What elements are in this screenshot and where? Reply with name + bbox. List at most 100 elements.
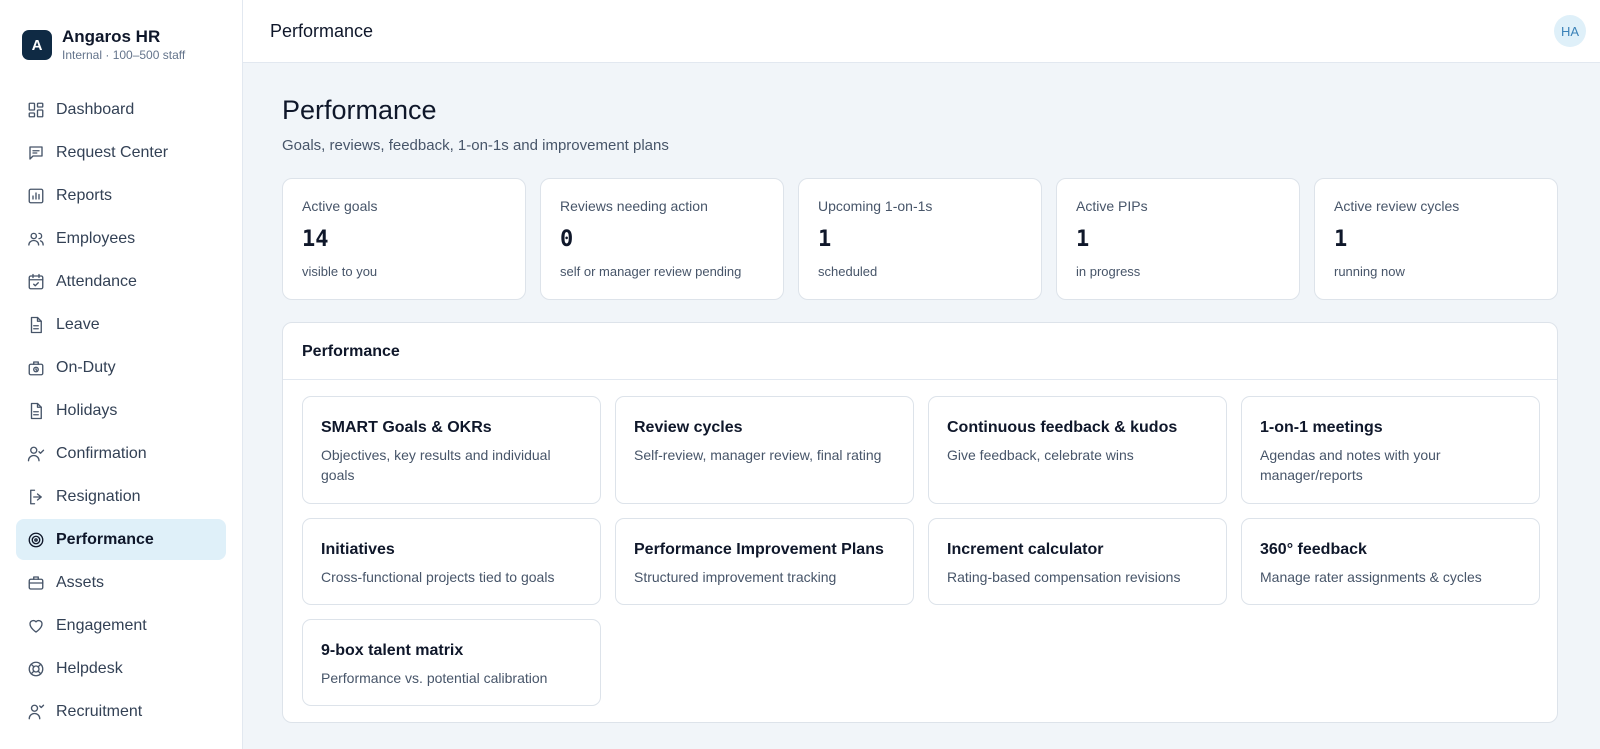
top-bar-title: Performance xyxy=(270,21,374,41)
sidebar-item-assets[interactable]: Assets xyxy=(16,562,226,603)
sidebar-item-label: Confirmation xyxy=(56,444,147,462)
sidebar-item-label: Holidays xyxy=(56,401,118,419)
sidebar-item-label: Assets xyxy=(56,573,105,591)
calendar-check-icon xyxy=(27,273,45,291)
stat-label: Upcoming 1-on-1s xyxy=(818,198,933,214)
tile-title: 1-on-1 meetings xyxy=(1260,419,1383,436)
target-icon xyxy=(27,531,45,549)
briefcase-icon xyxy=(27,574,45,592)
sidebar-item-dashboard[interactable]: Dashboard xyxy=(16,89,226,130)
avatar[interactable]: HA xyxy=(1554,15,1586,47)
sidebar-item-label: Reports xyxy=(56,186,113,204)
stat-value: 14 xyxy=(302,227,329,252)
tile-smart-goals[interactable]: SMART Goals & OKRs Objectives, key resul… xyxy=(302,396,601,504)
brand-text: Angaros HR Internal · 100–500 staff xyxy=(62,27,185,63)
tile-increment-calculator[interactable]: Increment calculator Rating-based compen… xyxy=(928,518,1227,605)
sidebar-item-label: Helpdesk xyxy=(56,659,123,677)
stat-card-reviews-needing-action: Reviews needing action 0 self or manager… xyxy=(540,178,784,300)
tile-title: 9-box talent matrix xyxy=(321,642,464,659)
sidebar-item-label: Dashboard xyxy=(56,100,135,118)
tile-9-box-talent-matrix[interactable]: 9-box talent matrix Performance vs. pote… xyxy=(302,619,601,706)
lifebuoy-icon xyxy=(27,660,45,678)
tile-description: Cross-functional projects tied to goals xyxy=(321,569,555,585)
sidebar-item-performance[interactable]: Performance xyxy=(16,519,226,560)
stats-row: Active goals 14 visible to you Reviews n… xyxy=(282,178,1558,300)
sidebar-item-label: Engagement xyxy=(56,616,147,634)
tile-title: 360° feedback xyxy=(1260,541,1367,558)
sidebar-item-holidays[interactable]: Holidays xyxy=(16,390,226,431)
tile-360-feedback[interactable]: 360° feedback Manage rater assignments &… xyxy=(1241,518,1540,605)
tile-description: Structured improvement tracking xyxy=(634,569,837,585)
stat-label: Active PIPs xyxy=(1076,198,1148,214)
sidebar-item-engagement[interactable]: Engagement xyxy=(16,605,226,646)
tile-title: Initiatives xyxy=(321,541,395,558)
document-icon xyxy=(27,316,45,334)
stat-note: running now xyxy=(1334,264,1405,279)
sidebar-item-label: Leave xyxy=(56,315,100,333)
heart-icon xyxy=(27,617,45,635)
tile-title: Performance Improvement Plans xyxy=(634,541,884,558)
logout-icon xyxy=(27,488,45,506)
brand[interactable]: A Angaros HR Internal · 100–500 staff xyxy=(22,27,185,63)
stat-card-active-review-cycles: Active review cycles 1 running now xyxy=(1314,178,1558,300)
page-subtitle: Goals, reviews, feedback, 1-on-1s and im… xyxy=(282,137,669,154)
performance-panel: Performance SMART Goals & OKRs Objective… xyxy=(282,322,1558,723)
tile-one-on-one-meetings[interactable]: 1-on-1 meetings Agendas and notes with y… xyxy=(1241,396,1540,504)
sidebar-item-label: Request Center xyxy=(56,143,169,161)
stat-note: scheduled xyxy=(818,264,878,279)
stat-note: self or manager review pending xyxy=(560,264,742,279)
sidebar-item-label: Attendance xyxy=(56,272,137,290)
sidebar-item-resignation[interactable]: Resignation xyxy=(16,476,226,517)
sidebar-item-request-center[interactable]: Request Center xyxy=(16,132,226,173)
tile-title: SMART Goals & OKRs xyxy=(321,419,492,436)
sidebar-item-leave[interactable]: Leave xyxy=(16,304,226,345)
sidebar-item-label: Performance xyxy=(56,530,154,548)
sidebar-item-on-duty[interactable]: On-Duty xyxy=(16,347,226,388)
stat-value: 0 xyxy=(560,227,574,252)
tile-review-cycles[interactable]: Review cycles Self-review, manager revie… xyxy=(615,396,914,504)
module-grid: SMART Goals & OKRs Objectives, key resul… xyxy=(302,396,1540,706)
stat-card-active-goals: Active goals 14 visible to you xyxy=(282,178,526,300)
top-bar: Performance HA xyxy=(243,0,1600,63)
stat-label: Reviews needing action xyxy=(560,198,708,214)
stat-card-upcoming-one-on-ones: Upcoming 1-on-1s 1 scheduled xyxy=(798,178,1042,300)
tile-description: Manage rater assignments & cycles xyxy=(1260,569,1482,585)
tile-description: Self-review, manager review, final ratin… xyxy=(634,447,882,463)
dashboard-icon xyxy=(27,101,45,119)
user-plus-icon xyxy=(27,703,45,721)
sidebar-item-employees[interactable]: Employees xyxy=(16,218,226,259)
sidebar-item-label: Resignation xyxy=(56,487,141,505)
bar-chart-icon xyxy=(27,187,45,205)
sidebar-item-label: Employees xyxy=(56,229,136,247)
sidebar-nav: Dashboard Request Center Reports Employe… xyxy=(16,89,226,734)
tile-title: Continuous feedback & kudos xyxy=(947,419,1178,436)
tile-description: Agendas and notes with your manager/repo… xyxy=(1260,447,1441,483)
sidebar-item-recruitment[interactable]: Recruitment xyxy=(16,691,226,732)
brand-subtitle: Internal · 100–500 staff xyxy=(62,48,186,62)
stat-note: in progress xyxy=(1076,264,1141,279)
tile-description: Give feedback, celebrate wins xyxy=(947,447,1134,463)
document-icon xyxy=(27,402,45,420)
sidebar-item-reports[interactable]: Reports xyxy=(16,175,226,216)
sidebar-item-attendance[interactable]: Attendance xyxy=(16,261,226,302)
sidebar-item-confirmation[interactable]: Confirmation xyxy=(16,433,226,474)
stat-card-active-pips: Active PIPs 1 in progress xyxy=(1056,178,1300,300)
tile-title: Review cycles xyxy=(634,419,743,436)
stat-note: visible to you xyxy=(302,264,378,279)
tile-initiatives[interactable]: Initiatives Cross-functional projects ti… xyxy=(302,518,601,605)
sidebar-item-label: On-Duty xyxy=(56,358,116,376)
stat-value: 1 xyxy=(1076,227,1090,252)
sidebar-item-helpdesk[interactable]: Helpdesk xyxy=(16,648,226,689)
stat-value: 1 xyxy=(818,227,832,252)
stat-value: 1 xyxy=(1334,227,1348,252)
tile-description: Objectives, key results and individual g… xyxy=(321,447,551,483)
briefcase-clock-icon xyxy=(27,359,45,377)
tile-continuous-feedback[interactable]: Continuous feedback & kudos Give feedbac… xyxy=(928,396,1227,504)
users-icon xyxy=(27,230,45,248)
tile-title: Increment calculator xyxy=(947,541,1104,558)
panel-title: Performance xyxy=(283,323,1557,380)
tile-description: Performance vs. potential calibration xyxy=(321,670,548,686)
message-icon xyxy=(27,144,45,162)
tile-performance-improvement-plans[interactable]: Performance Improvement Plans Structured… xyxy=(615,518,914,605)
sidebar: A Angaros HR Internal · 100–500 staff Da… xyxy=(0,0,243,749)
